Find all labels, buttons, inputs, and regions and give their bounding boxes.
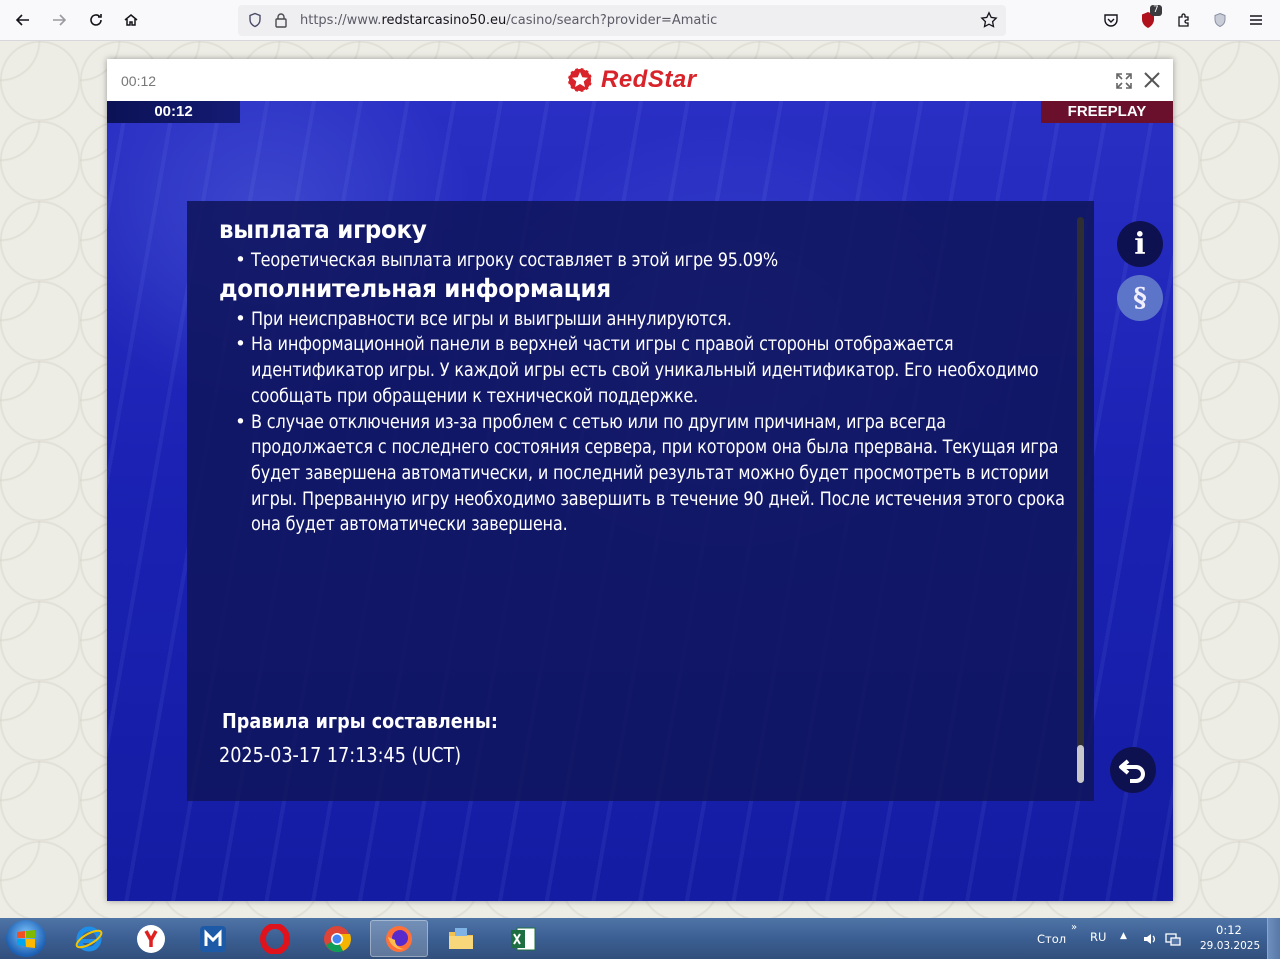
close-icon[interactable]: [1143, 71, 1161, 89]
taskbar-explorer[interactable]: [432, 920, 490, 957]
paragraph-icon: §: [1133, 283, 1147, 313]
section-title-payout: выплата игроку: [219, 215, 427, 244]
firefox-icon: [386, 925, 412, 952]
rules-content: выплата игроку Теоретическая выплата игр…: [219, 215, 1069, 538]
toolbar-chevron-icon[interactable]: »: [1071, 922, 1077, 933]
back-icon[interactable]: [11, 8, 35, 32]
taskbar-opera[interactable]: [246, 920, 304, 957]
forward-icon[interactable]: [47, 8, 71, 32]
show-desktop-button[interactable]: [1267, 918, 1280, 959]
list-item: Теоретическая выплата игроку составляет …: [235, 248, 1069, 274]
taskbar-chrome[interactable]: [308, 920, 366, 957]
rules-paragraph-button[interactable]: §: [1117, 275, 1163, 321]
taskbar-excel[interactable]: [494, 920, 552, 957]
section-title-additional-info: дополнительная информация: [219, 273, 611, 303]
info-button[interactable]: i: [1117, 221, 1163, 267]
volume-icon[interactable]: [1142, 931, 1158, 951]
back-button[interactable]: [1110, 747, 1156, 793]
language-indicator[interactable]: RU: [1090, 930, 1106, 944]
logo-text: RedStar: [601, 66, 697, 93]
modal-header: 00:12 RedStar: [107, 59, 1173, 101]
start-button[interactable]: [6, 920, 46, 957]
network-icon[interactable]: [1165, 931, 1181, 951]
pocket-icon[interactable]: [1099, 8, 1123, 32]
yandex-browser-icon: [137, 924, 165, 953]
list-item: В случае отключения из-за проблем с сеть…: [235, 410, 1069, 539]
fullscreen-icon[interactable]: [1115, 72, 1133, 90]
ublock-extension-icon[interactable]: 7: [1136, 5, 1162, 32]
rules-compiled-date: 2025-03-17 17:13:45 (UCT): [219, 743, 462, 767]
address-bar[interactable]: https://www.redstarcasino50.eu/casino/se…: [238, 5, 1006, 36]
privacy-extension-icon[interactable]: [1208, 8, 1232, 32]
excel-icon: [511, 927, 536, 950]
maxthon-icon: [200, 925, 226, 952]
freeplay-badge: FREEPLAY: [1041, 101, 1173, 123]
url-text[interactable]: https://www.redstarcasino50.eu/casino/se…: [300, 13, 717, 28]
tray-expand-icon[interactable]: ▲: [1120, 931, 1127, 941]
shield-icon[interactable]: [247, 12, 263, 32]
scrollbar-track[interactable]: [1077, 217, 1084, 783]
taskbar-maxthon[interactable]: [184, 920, 242, 957]
game-modal: 00:12 RedStar 00:12 FREEPLAY выплата игр…: [107, 59, 1173, 901]
home-icon[interactable]: [119, 8, 143, 32]
opera-icon: [260, 923, 290, 954]
payout-list: Теоретическая выплата игроку составляет …: [219, 248, 1069, 274]
menu-hamburger-icon[interactable]: [1244, 8, 1268, 32]
internet-explorer-icon: [75, 926, 103, 951]
taskbar-firefox[interactable]: [370, 920, 428, 957]
game-frame: 00:12 FREEPLAY выплата игроку Теоретичес…: [107, 101, 1173, 901]
redstar-star-icon: [567, 67, 593, 93]
desktop-toolbar-label[interactable]: Стол: [1037, 932, 1066, 946]
taskbar-yandex[interactable]: [122, 920, 180, 957]
clock-time[interactable]: 0:12: [1216, 923, 1242, 937]
clock-date[interactable]: 29.03.2025: [1200, 940, 1260, 952]
rules-panel: выплата игроку Теоретическая выплата игр…: [187, 201, 1094, 801]
extension-badge: 7: [1150, 5, 1162, 16]
list-item: На информационной панели в верхней части…: [235, 332, 1069, 409]
return-arrow-icon: [1119, 759, 1145, 783]
modal-timer: 00:12: [121, 73, 157, 89]
lock-icon[interactable]: [274, 12, 288, 32]
windows-taskbar: Стол » RU ▲ 0:12 29.03.2025: [0, 918, 1280, 959]
list-item: При неисправности все игры и выигрыши ан…: [235, 307, 1069, 333]
additional-info-list: При неисправности все игры и выигрыши ан…: [219, 307, 1069, 538]
rules-compiled-heading: Правила игры составлены:: [222, 709, 498, 733]
folder-icon: [449, 927, 473, 949]
chrome-icon: [324, 925, 351, 952]
browser-toolbar: https://www.redstarcasino50.eu/casino/se…: [0, 0, 1280, 41]
info-icon: i: [1134, 226, 1146, 262]
scrollbar-thumb[interactable]: [1077, 745, 1084, 783]
bookmark-star-icon[interactable]: [980, 11, 998, 33]
game-timer: 00:12: [107, 101, 240, 123]
windows-logo-icon: [17, 929, 35, 948]
taskbar-ie[interactable]: [60, 920, 118, 957]
redstar-logo: RedStar: [565, 66, 697, 94]
reload-icon[interactable]: [84, 8, 108, 32]
extensions-puzzle-icon[interactable]: [1172, 8, 1196, 32]
